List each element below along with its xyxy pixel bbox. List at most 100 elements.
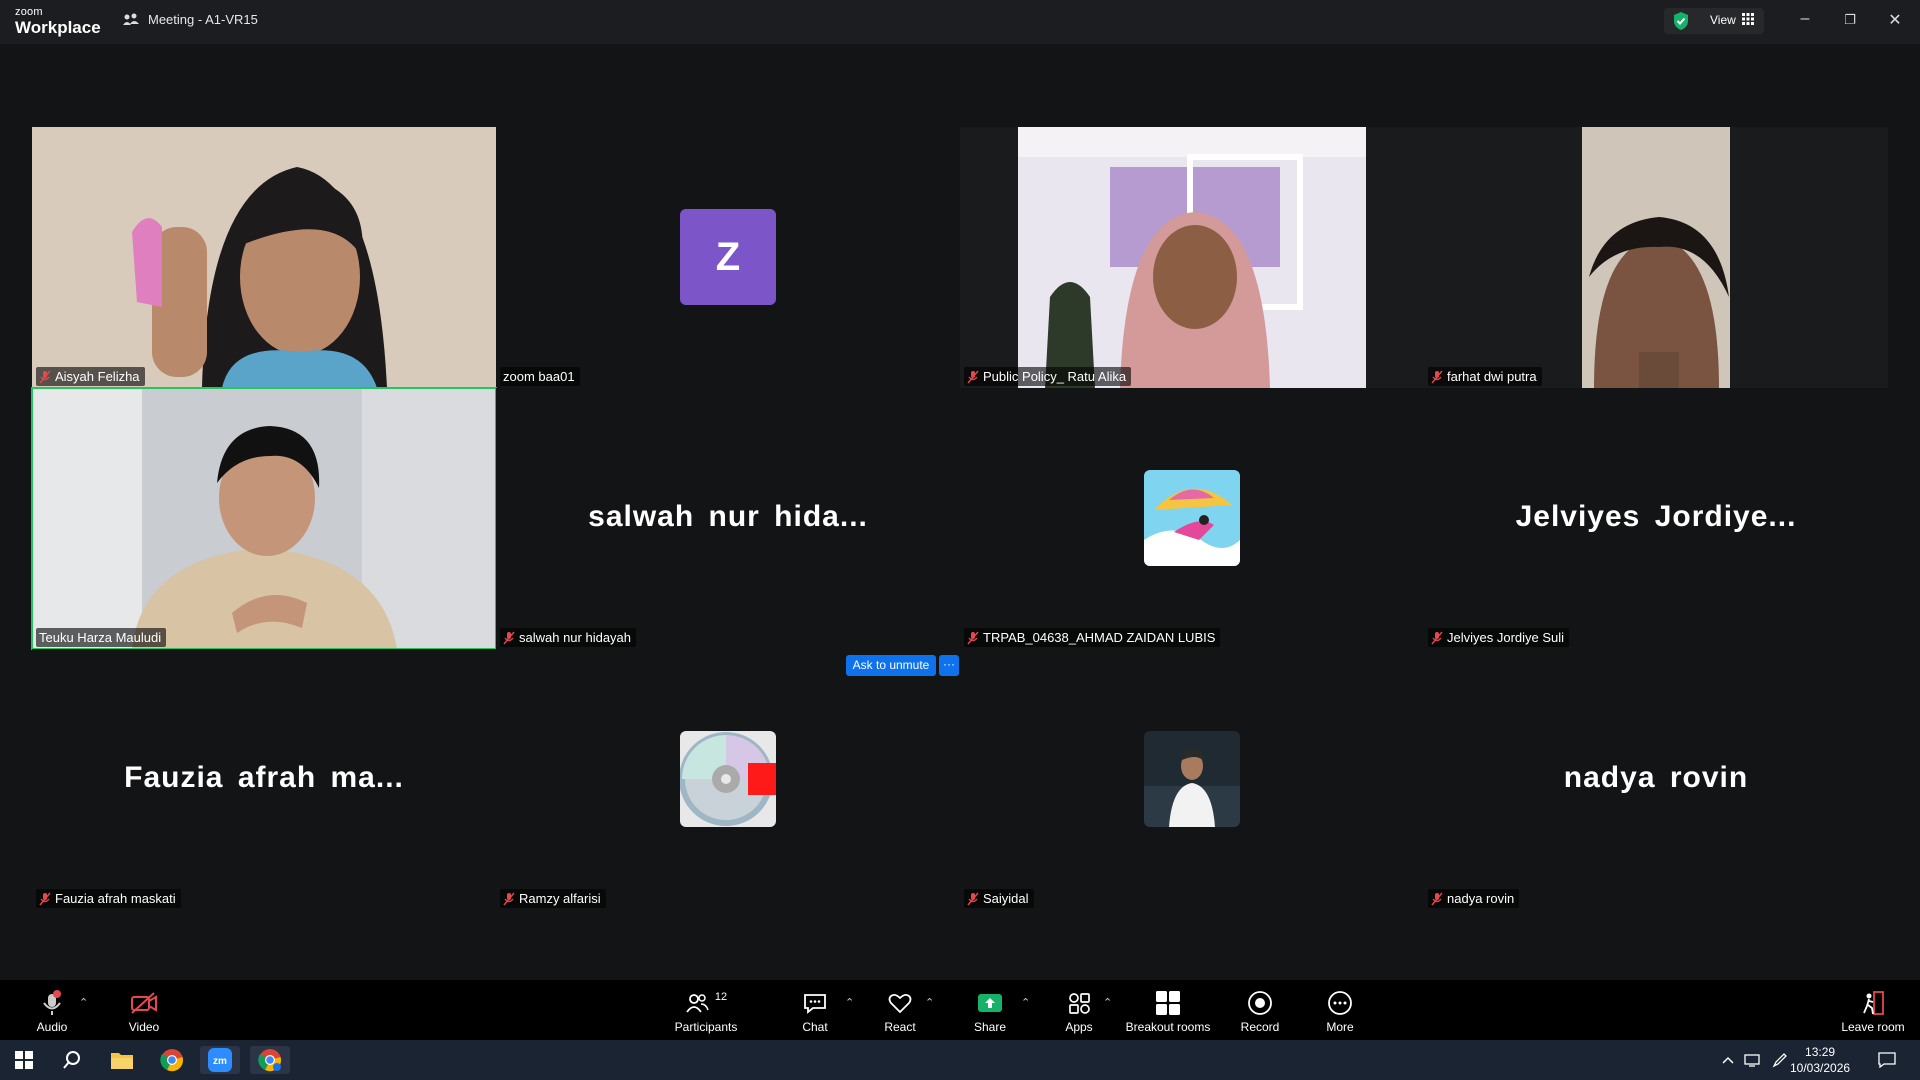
video-label: Video [128,1020,160,1034]
leave-room-icon [1863,991,1884,1015]
share-options-chevron-icon[interactable]: ⌃ [1021,996,1030,1009]
participant-name-label: Public Policy_ Ratu Alika [964,367,1132,386]
participant-tile-active-speaker[interactable]: Teuku Harza Mauludi [31,387,497,650]
apps-options-chevron-icon[interactable]: ⌃ [1103,996,1112,1009]
participant-name: Jelviyes Jordiye Suli [1447,630,1565,645]
muted-mic-icon [503,631,515,644]
participant-name: nadya rovin [1447,891,1515,906]
participant-display-name: Fauzia afrah ma... [124,761,404,794]
participant-tile[interactable]: TRPAB_04638_AHMAD ZAIDAN LUBIS [960,388,1424,649]
participant-tile[interactable]: salwah nur hida... salwah nur hidayah [496,388,960,649]
participant-video [1424,127,1888,388]
participant-tile[interactable]: Z zoom baa01 [496,127,960,388]
participant-name-label: Saiyidal [964,889,1034,908]
tile-more-options-button[interactable]: ··· [939,655,959,676]
leave-room-button[interactable]: Leave room [1838,980,1908,1040]
participants-label: Participants [674,1020,738,1034]
apps-label: Apps [1065,1020,1093,1034]
audio-button[interactable]: Audio [30,980,74,1040]
file-explorer-icon[interactable] [102,1046,142,1074]
leave-room-label: Leave room [1841,1020,1905,1034]
more-options-icon [1328,991,1352,1015]
participant-name-label: nadya rovin [1428,889,1520,908]
participant-name-label: Jelviyes Jordiye Suli [1428,628,1570,647]
breakout-rooms-icon [1156,991,1180,1015]
microphone-icon [43,990,61,1015]
participant-name-label: Teuku Harza Mauludi [36,628,167,647]
search-icon[interactable] [52,1046,92,1074]
avatar-image [1144,731,1240,827]
chrome-icon[interactable] [152,1046,192,1074]
participant-name: Public Policy_ Ratu Alika [983,369,1127,384]
participant-name-label: Fauzia afrah maskati [36,889,181,908]
share-button[interactable]: Share [970,980,1010,1040]
participants-button[interactable]: 12 Participants [670,980,742,1040]
participant-name: Teuku Harza Mauludi [39,630,162,645]
react-button[interactable]: React [880,980,920,1040]
ask-to-unmute-button[interactable]: Ask to unmute [846,655,936,676]
breakout-rooms-label: Breakout rooms [1125,1020,1211,1034]
record-button[interactable]: Record [1238,980,1282,1040]
participant-tile[interactable]: Ramzy alfarisi [496,649,960,910]
record-icon [1248,991,1272,1015]
notifications-icon[interactable] [1872,1046,1902,1074]
avatar-image [1144,470,1240,566]
avatar [680,731,776,827]
participant-tile[interactable]: Fauzia afrah ma... Fauzia afrah maskati [32,649,496,910]
avatar-image [680,731,776,827]
participant-tile[interactable]: Saiyidal [960,649,1424,910]
participant-name: Ramzy alfarisi [519,891,601,906]
participant-name: farhat dwi putra [1447,369,1537,384]
muted-mic-icon [39,892,51,905]
chat-label: Chat [802,1020,828,1034]
share-label: Share [973,1020,1007,1034]
participant-video [32,388,496,649]
more-button[interactable]: More [1320,980,1360,1040]
muted-mic-icon [39,370,51,383]
chat-button[interactable]: Chat [795,980,835,1040]
apps-button[interactable]: Apps [1059,980,1099,1040]
participant-tile[interactable]: Public Policy_ Ratu Alika [960,127,1424,388]
chevron-up-icon[interactable] [1718,1046,1738,1074]
meeting-toolbar: Audio ⌃ Video 12 Participants Chat ⌃ Rea… [0,980,1920,1040]
chat-icon [804,994,826,1014]
muted-mic-icon [1431,892,1443,905]
avatar-letter: Z [715,234,741,279]
participant-tile[interactable]: Aisyah Felizha [32,127,496,388]
windows-start-icon[interactable] [4,1046,44,1074]
system-clock[interactable]: 13:29 10/03/2026 [1790,1044,1850,1076]
clock-date: 10/03/2026 [1790,1061,1851,1075]
participant-name: Aisyah Felizha [55,369,140,384]
heart-icon [888,993,912,1014]
participant-name-label: Ramzy alfarisi [500,889,606,908]
muted-mic-icon [503,892,515,905]
zoom-taskbar-icon[interactable]: zm [200,1046,240,1074]
svg-text:zm: zm [213,1056,227,1067]
participant-name-label: zoom baa01 [500,367,580,386]
audio-label: Audio [36,1020,68,1034]
participant-name: salwah nur hidayah [519,630,632,645]
react-label: React [884,1020,916,1034]
participant-name-label: Aisyah Felizha [36,367,145,386]
video-button[interactable]: Video [122,980,166,1040]
participant-tile[interactable]: farhat dwi putra [1424,127,1888,388]
participants-icon [686,994,709,1013]
pen-icon[interactable] [1768,1046,1792,1074]
participant-display-name: Jelviyes Jordiye... [1515,500,1797,533]
react-options-chevron-icon[interactable]: ⌃ [925,996,934,1009]
muted-mic-icon [967,370,979,383]
breakout-rooms-button[interactable]: Breakout rooms [1124,980,1212,1040]
chat-options-chevron-icon[interactable]: ⌃ [845,996,854,1009]
participant-name: Saiyidal [983,891,1029,906]
more-label: More [1326,1020,1354,1034]
participant-tile[interactable]: Jelviyes Jordiye... Jelviyes Jordiye Sul… [1424,388,1888,649]
audio-options-chevron-icon[interactable]: ⌃ [79,996,88,1009]
video-off-icon [131,992,157,1014]
participant-name: zoom baa01 [503,369,575,384]
participant-name-label: TRPAB_04638_AHMAD ZAIDAN LUBIS [964,628,1221,647]
avatar: Z [680,209,776,305]
participant-tile[interactable]: nadya rovin nadya rovin [1424,649,1888,910]
network-icon[interactable] [1740,1046,1764,1074]
participant-display-name: nadya rovin [1563,761,1749,794]
chrome-profile-icon[interactable] [250,1046,290,1074]
